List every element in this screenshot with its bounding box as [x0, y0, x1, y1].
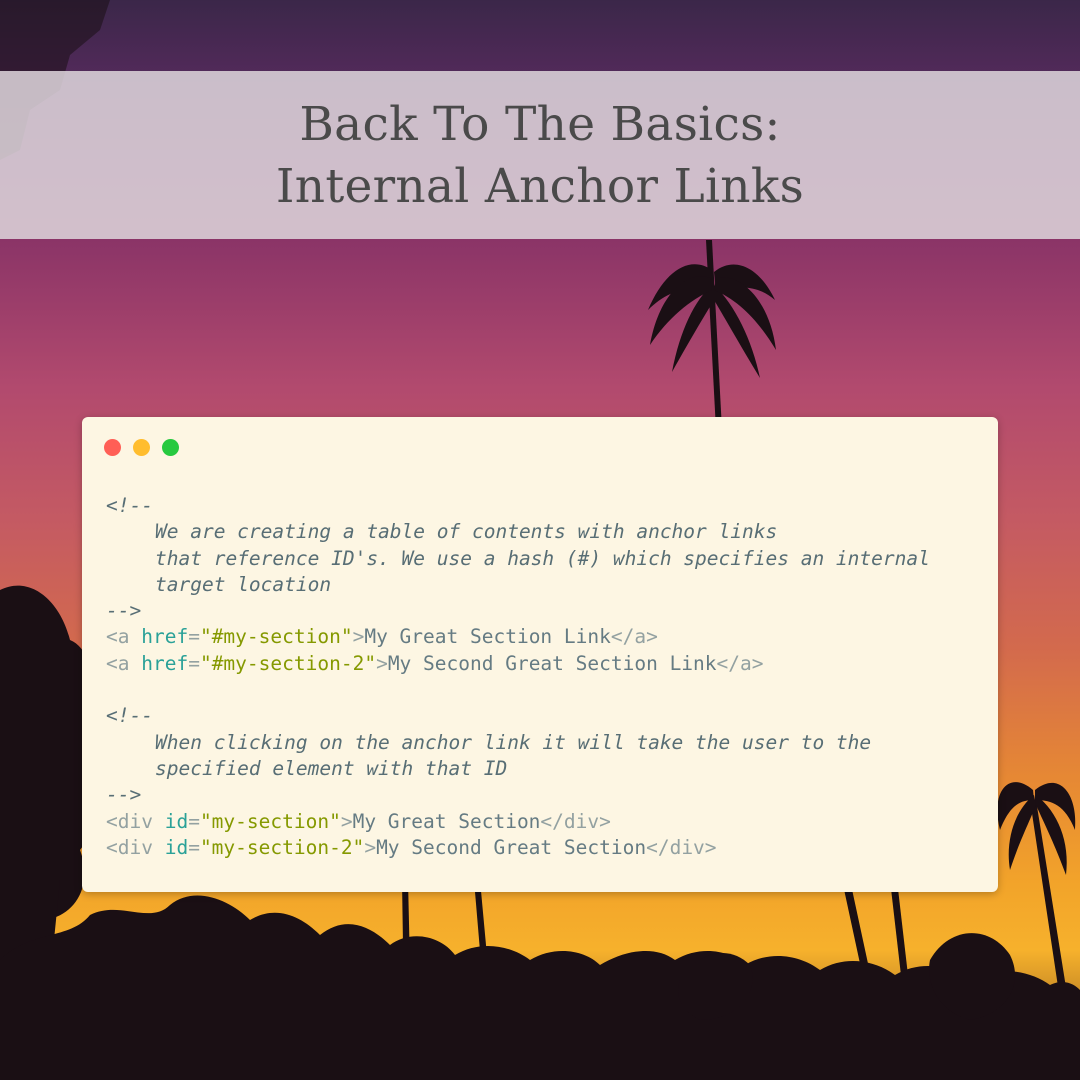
- comment-close: -->: [106, 599, 142, 623]
- comment-line: target location: [155, 572, 332, 596]
- tag-text: My Second Great Section: [376, 835, 647, 859]
- tag-text: My Great Section: [352, 809, 541, 833]
- tag-text: My Second Great Section Link: [387, 651, 717, 675]
- window-maximize-dot[interactable]: [162, 439, 179, 456]
- title-banner: Back To The Basics: Internal Anchor Link…: [0, 71, 1080, 239]
- page-title-line-1: Back To The Basics:: [299, 97, 781, 152]
- tag-end: </a>: [610, 625, 658, 649]
- attr-value: "my-section": [199, 809, 341, 833]
- attr-name: id: [164, 835, 189, 859]
- comment-line: that reference ID's. We use a hash (#) w…: [155, 546, 930, 570]
- attr-value: "my-section-2": [199, 835, 365, 859]
- attr-equals: =: [188, 625, 200, 649]
- tag-close: >: [364, 835, 377, 859]
- div-section-line: <div id="my-section-2">My Second Great S…: [106, 835, 930, 861]
- code-block: <!-- We are creating a table of contents…: [106, 493, 930, 861]
- attr-equals: =: [188, 651, 200, 675]
- tag-close: >: [376, 651, 388, 675]
- comment-open: <!--: [106, 494, 153, 517]
- attr-value: "#my-section": [199, 625, 353, 649]
- comment-close: -->: [106, 783, 142, 807]
- comment-open: <!--: [106, 704, 153, 728]
- tag-open: <a: [106, 625, 142, 649]
- attr-name: href: [141, 625, 189, 649]
- code-editor-window: <!-- We are creating a table of contents…: [82, 417, 998, 892]
- tag-end: </div>: [540, 809, 611, 833]
- tag-close: >: [340, 809, 353, 833]
- tag-open: <a: [106, 651, 142, 675]
- attr-value: "#my-section-2": [199, 651, 377, 675]
- anchor-link-line: <a href="#my-section-2">My Second Great …: [106, 651, 930, 677]
- tag-end: </a>: [716, 651, 764, 675]
- tag-close: >: [352, 625, 365, 649]
- window-minimize-dot[interactable]: [133, 439, 150, 456]
- attr-name: id: [164, 809, 189, 833]
- attr-equals: =: [188, 809, 200, 833]
- tag-open: <div: [106, 835, 165, 859]
- attr-name: href: [141, 651, 189, 675]
- tag-open: <div: [106, 809, 165, 833]
- attr-equals: =: [188, 835, 200, 859]
- page-title-line-2: Internal Anchor Links: [275, 159, 805, 214]
- comment-line: specified element with that ID: [155, 756, 508, 780]
- comment-line: When clicking on the anchor link it will…: [155, 730, 872, 754]
- div-section-line: <div id="my-section">My Great Section</d…: [106, 809, 930, 835]
- tag-end: </div>: [646, 835, 717, 859]
- tag-text: My Great Section Link: [364, 625, 611, 649]
- comment-line: We are creating a table of contents with…: [155, 520, 778, 544]
- window-close-dot[interactable]: [104, 439, 121, 456]
- anchor-link-line: <a href="#my-section">My Great Section L…: [106, 624, 930, 650]
